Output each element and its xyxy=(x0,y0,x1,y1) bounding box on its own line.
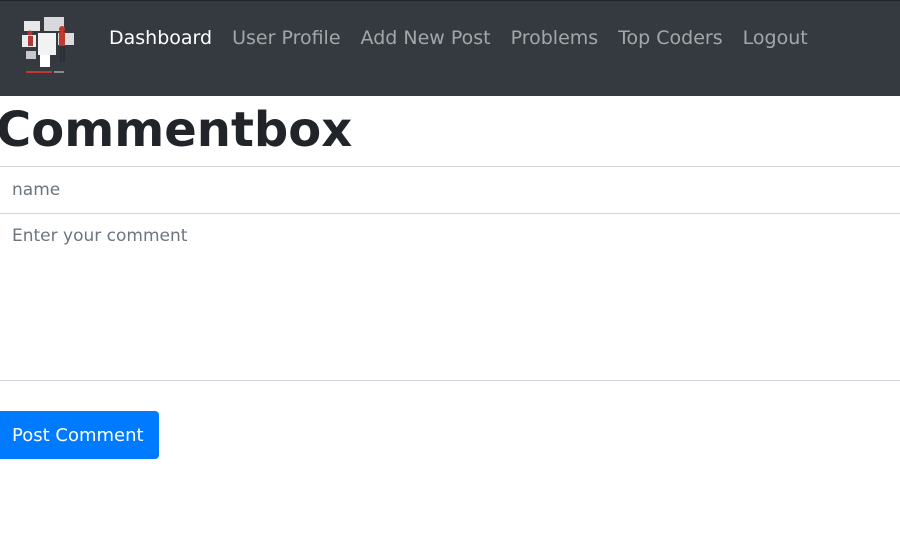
nav-item-top-coders[interactable]: Top Coders xyxy=(608,23,732,53)
nav-item-add-new-post[interactable]: Add New Post xyxy=(351,23,501,53)
nav-item-problems[interactable]: Problems xyxy=(501,23,609,53)
comment-textarea[interactable] xyxy=(0,214,900,381)
site-logo-icon[interactable] xyxy=(18,15,80,79)
nav-item-user-profile[interactable]: User Profile xyxy=(222,23,350,53)
nav-item-dashboard[interactable]: Dashboard xyxy=(99,23,222,53)
nav-links: Dashboard User Profile Add New Post Prob… xyxy=(99,23,818,53)
post-comment-button[interactable]: Post Comment xyxy=(0,411,159,459)
navbar: Dashboard User Profile Add New Post Prob… xyxy=(0,0,900,96)
nav-item-logout[interactable]: Logout xyxy=(733,23,818,53)
name-input[interactable] xyxy=(0,166,900,214)
page-title: Commentbox xyxy=(0,102,353,158)
